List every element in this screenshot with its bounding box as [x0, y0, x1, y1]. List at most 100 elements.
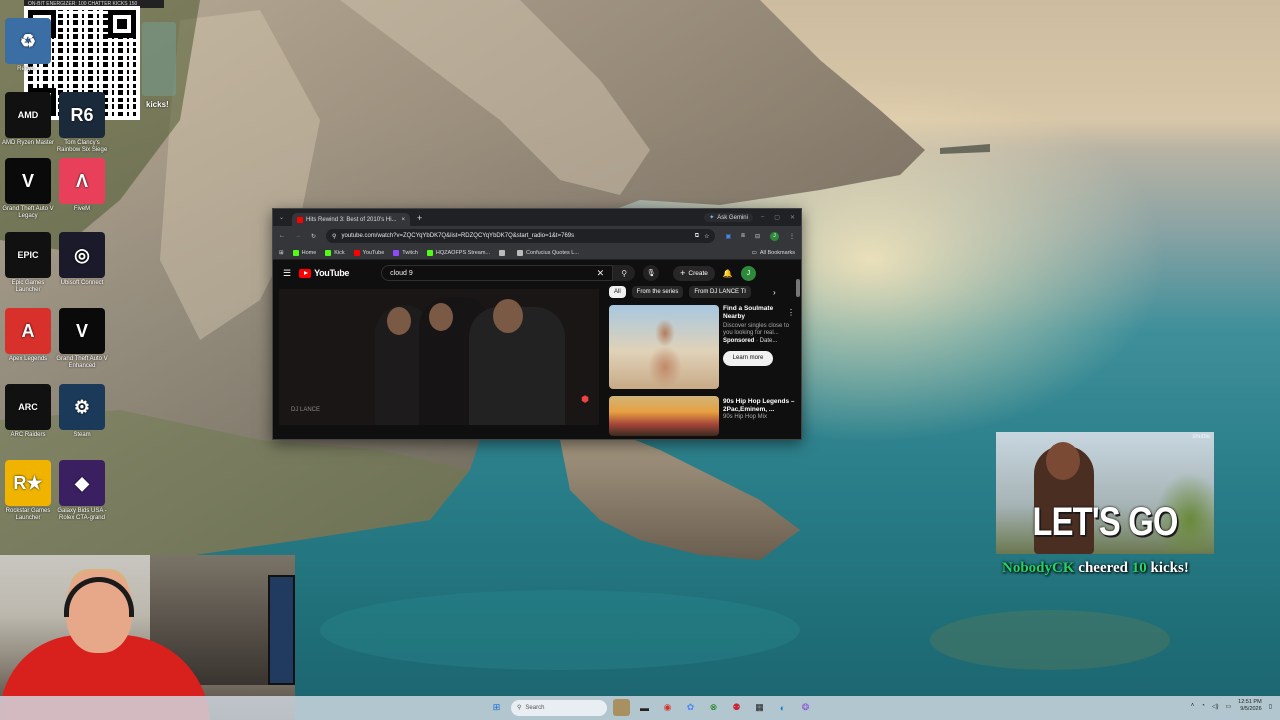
- filter-chip[interactable]: From the series: [631, 286, 684, 298]
- video-player[interactable]: DJ LANCE ⬢: [279, 289, 599, 425]
- tab-search-icon[interactable]: ⌄: [279, 214, 284, 221]
- calculator-icon[interactable]: ▦: [751, 699, 768, 716]
- filter-chip[interactable]: From DJ LANCE TI: [689, 286, 751, 298]
- youtube-logo[interactable]: YouTube: [299, 268, 349, 278]
- bookmark-item[interactable]: YouTube: [353, 249, 385, 256]
- filter-chip[interactable]: All: [609, 286, 626, 298]
- taskbar-search[interactable]: ⚲ Search: [511, 699, 607, 716]
- site-info-icon[interactable]: ⚲: [332, 233, 336, 240]
- bookmark-item[interactable]: Kick: [325, 249, 345, 256]
- ad-menu-icon[interactable]: ⋮: [787, 308, 795, 317]
- sponsored-ad[interactable]: Find a Soulmate Nearby Discover singles …: [609, 305, 801, 391]
- taskbar-search-placeholder: Search: [525, 704, 545, 711]
- notifications-bell-icon[interactable]: 🔔: [723, 269, 733, 278]
- app-icon[interactable]: ⚉: [728, 699, 745, 716]
- xbox-icon[interactable]: ⊗: [705, 699, 722, 716]
- profile-avatar[interactable]: J: [770, 231, 779, 241]
- apps-grid-icon[interactable]: ⊞: [279, 250, 284, 256]
- bookmark-star-icon[interactable]: ☆: [704, 233, 709, 240]
- volume-icon[interactable]: ◁): [1212, 703, 1219, 710]
- kick-alert-gif: shuttle LET'S GO: [996, 432, 1214, 554]
- overlay-kick-panel: [142, 22, 176, 96]
- desktop-icon[interactable]: R★ Rockstar Games Launcher: [2, 460, 54, 522]
- bookmark-item[interactable]: Twitch: [393, 249, 418, 256]
- clock-time: 12:51 PM: [1238, 699, 1262, 705]
- wifi-icon[interactable]: ◔: [1201, 703, 1205, 709]
- battery-icon[interactable]: ▭: [1225, 703, 1231, 710]
- desktop-icon[interactable]: ◆ Galaxy Bids USA - Rolex CTA-grand: [56, 460, 108, 522]
- desktop-icon-label: Steam: [73, 432, 91, 438]
- related-thumbnail[interactable]: [609, 396, 719, 436]
- desktop-icon-label: Epic Games Launcher: [11, 280, 45, 293]
- chips-next-icon[interactable]: ›: [773, 288, 776, 297]
- extension-icon[interactable]: ▣: [725, 233, 731, 240]
- forward-icon[interactable]: →: [295, 233, 301, 239]
- back-icon[interactable]: ←: [279, 233, 285, 239]
- desktop-icon[interactable]: V Grand Theft Auto V Legacy: [2, 158, 54, 220]
- alert-headline: LET'S GO: [1032, 500, 1178, 544]
- desktop-icon[interactable]: AMD AMD Ryzen Master: [2, 92, 54, 147]
- browser-window[interactable]: ⌄ Hits Rewind 3: Best of 2010's Hi... × …: [272, 208, 802, 440]
- maximize-icon[interactable]: ▢: [774, 214, 780, 221]
- desktop-icon[interactable]: ⚙ Steam: [56, 384, 108, 439]
- create-button[interactable]: + Create: [673, 265, 715, 281]
- search-button[interactable]: ⚲: [613, 265, 636, 281]
- cheer-verb: cheered: [1074, 560, 1132, 576]
- ad-thumbnail[interactable]: [609, 305, 719, 389]
- bookmark-label: YouTube: [362, 249, 385, 256]
- bookmark-item[interactable]: HQZAOFPS Stream...: [426, 249, 490, 256]
- close-icon[interactable]: ✕: [790, 214, 795, 221]
- app-icon: R★: [5, 460, 51, 506]
- tab-title: Hits Rewind 3: Best of 2010's Hi...: [306, 216, 397, 223]
- start-windows-icon[interactable]: ⊞: [488, 699, 505, 716]
- search-value: cloud 9: [390, 269, 413, 277]
- desktop-icon[interactable]: ARC ARC Raiders: [2, 384, 54, 439]
- ad-title[interactable]: Find a Soulmate Nearby: [723, 305, 795, 321]
- related-title[interactable]: 90s Hip Hop Legends – 2Pac,Eminem, ...: [723, 398, 795, 413]
- desktop-icon[interactable]: Λ FiveM: [56, 158, 108, 213]
- bookmark-item[interactable]: [498, 249, 508, 256]
- page-scrollbar[interactable]: [796, 279, 800, 297]
- ask-gemini-button[interactable]: ✦ Ask Gemini: [704, 213, 753, 222]
- desktop-icon[interactable]: ♻ Recyc...: [2, 18, 54, 73]
- filter-chips: All From the series From DJ LANCE TI: [609, 286, 751, 298]
- clear-search-icon[interactable]: ✕: [597, 268, 605, 279]
- desktop-icon[interactable]: EPIC Epic Games Launcher: [2, 232, 54, 294]
- widgets-icon[interactable]: [613, 699, 630, 716]
- bookmark-item[interactable]: Home: [292, 249, 316, 256]
- youtube-account-avatar[interactable]: J: [740, 265, 756, 281]
- learn-more-button[interactable]: Learn more: [723, 351, 773, 366]
- notifications-icon[interactable]: ▯: [1269, 703, 1272, 710]
- youtube-search-input[interactable]: cloud 9 ✕: [381, 265, 614, 281]
- gemini-icon: ✦: [709, 215, 715, 221]
- tab-close-icon[interactable]: ×: [402, 217, 406, 223]
- ad-domain: · Date...: [756, 338, 778, 344]
- install-icon[interactable]: ⧉: [695, 233, 699, 240]
- related-video[interactable]: 90s Hip Hop Legends – 2Pac,Eminem, ... 9…: [609, 396, 801, 436]
- reload-icon[interactable]: ↻: [311, 233, 316, 240]
- app-icon: ♻: [5, 18, 51, 64]
- hamburger-menu-icon[interactable]: ☰: [283, 268, 291, 279]
- taskbar-clock[interactable]: 12:51 PM 9/5/2026: [1238, 699, 1262, 713]
- settings-icon[interactable]: ❂: [797, 699, 814, 716]
- chrome-icon[interactable]: ◉: [659, 699, 676, 716]
- tab-search-list-icon[interactable]: ⊟: [755, 233, 760, 240]
- file-explorer-icon[interactable]: ▬: [636, 699, 653, 716]
- new-tab-button[interactable]: +: [417, 213, 422, 223]
- desktop-icon[interactable]: R6 Tom Clancy's Rainbow Six Siege: [56, 92, 108, 154]
- bookmark-item[interactable]: Confucius Quotes L...: [516, 249, 579, 256]
- desktop-icon[interactable]: A Apex Legends: [2, 308, 54, 363]
- edge-icon[interactable]: ◐: [774, 699, 791, 716]
- copilot-icon[interactable]: ✿: [682, 699, 699, 716]
- url-field[interactable]: ⚲ youtube.com/watch?v=ZQCYqYbDK7Q&list=R…: [326, 229, 716, 243]
- desktop-icon[interactable]: ◎ Ubisoft Connect: [56, 232, 108, 287]
- desktop-icon[interactable]: V Grand Theft Auto V Enhanced: [56, 308, 108, 370]
- youtube-header: ☰ YouTube cloud 9 ✕ ⚲ 🎙 + Create 🔔 J: [273, 260, 801, 286]
- menu-kebab-icon[interactable]: ⋮: [789, 233, 795, 240]
- tab-youtube[interactable]: Hits Rewind 3: Best of 2010's Hi... ×: [292, 213, 411, 226]
- voice-search-button[interactable]: 🎙: [643, 265, 660, 281]
- extensions-puzzle-icon[interactable]: ⧈: [741, 233, 745, 240]
- minimize-icon[interactable]: –: [761, 214, 764, 221]
- all-bookmarks[interactable]: ▭ All Bookmarks: [752, 250, 795, 256]
- tray-overflow-icon[interactable]: ˄: [1191, 703, 1195, 709]
